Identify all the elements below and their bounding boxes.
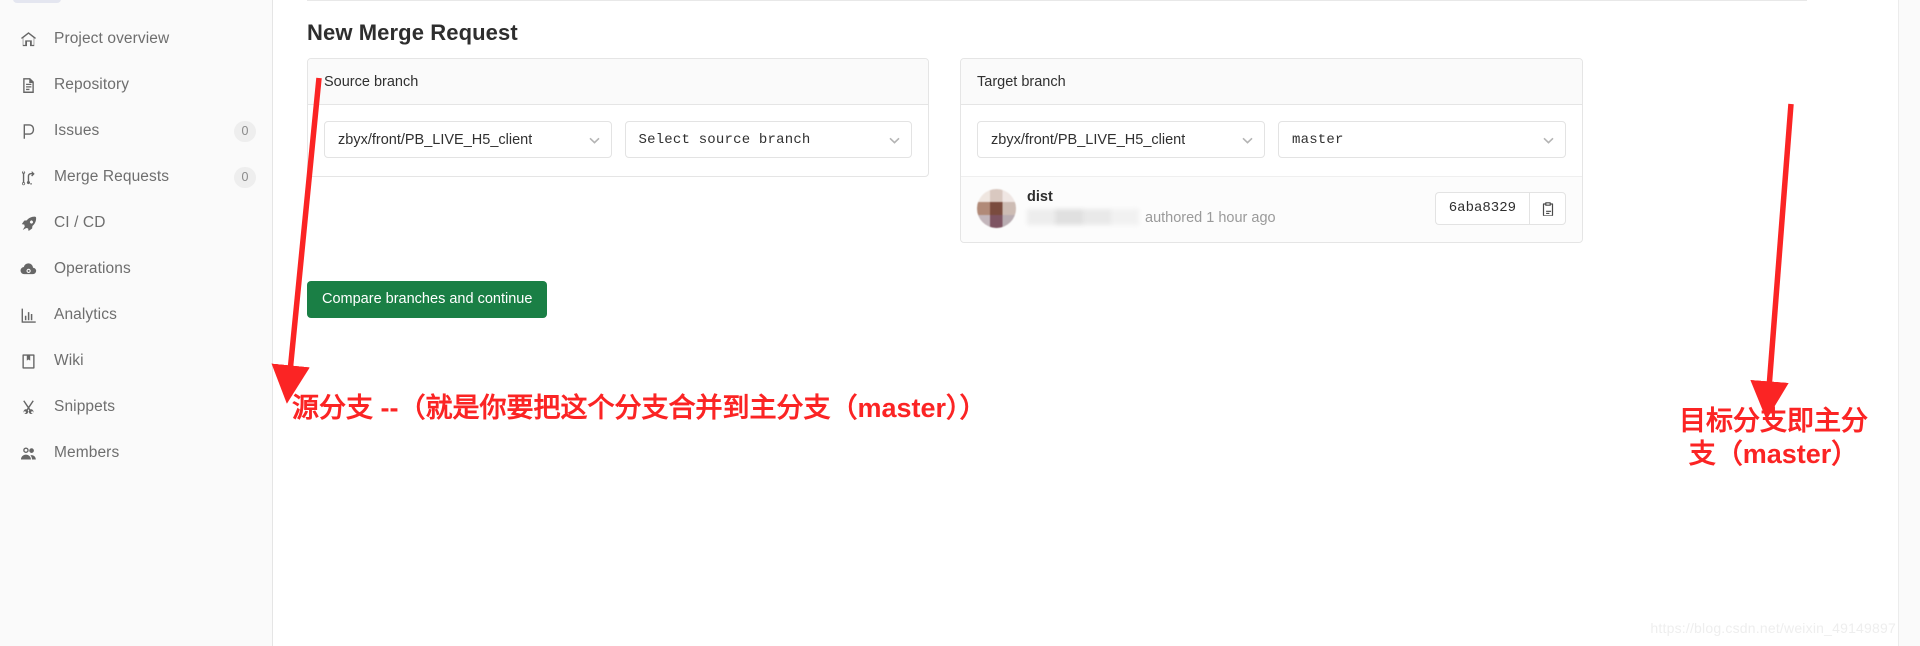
target-project-value: zbyx/front/PB_LIVE_H5_client [991,131,1186,148]
sidebar-item-issues[interactable]: Issues 0 [0,108,273,154]
sidebar-item-operations[interactable]: Operations [0,246,273,292]
source-project-value: zbyx/front/PB_LIVE_H5_client [338,131,533,148]
rocket-icon [19,214,37,232]
source-branch-select[interactable]: Select source branch [624,121,912,158]
people-icon [19,444,37,462]
sidebar-item-repository[interactable]: Repository [0,62,273,108]
commit-author-redacted [1027,209,1139,225]
sidebar-item-label: Members [54,444,120,461]
cloud-gear-icon [19,260,37,278]
sidebar-item-merge-requests[interactable]: Merge Requests 0 [0,154,273,200]
target-branch-select[interactable]: master [1278,121,1566,158]
document-icon [19,76,37,94]
sidebar-nav-list: Project overview Repository Issues 0 Mer… [0,16,273,476]
copy-commit-sha-button[interactable] [1529,192,1566,225]
sidebar-item-wiki[interactable]: Wiki [0,338,273,384]
chevron-down-icon [1242,137,1253,144]
sidebar-item-label: Project overview [54,30,170,47]
source-branch-value: Select source branch [638,131,811,148]
sidebar-item-label: Operations [54,260,131,277]
source-branch-body: zbyx/front/PB_LIVE_H5_client Select sour… [308,105,928,176]
commit-authored-text: authored 1 hour ago [1145,210,1276,226]
sidebar-item-label: Wiki [54,352,84,369]
sidebar-item-ci-cd[interactable]: CI / CD [0,200,273,246]
scissors-icon [19,398,37,416]
sidebar-item-label: Repository [54,76,130,93]
target-project-select[interactable]: zbyx/front/PB_LIVE_H5_client [977,121,1265,158]
merge-request-icon [19,168,37,186]
chevron-down-icon [889,137,900,144]
sidebar-item-label: Snippets [54,398,116,415]
sidebar-item-snippets[interactable]: Snippets [0,384,273,430]
book-icon [19,352,37,370]
commit-meta: dist authored 1 hour ago [1027,188,1435,229]
sidebar-item-project-overview[interactable]: Project overview [0,16,273,62]
source-project-select[interactable]: zbyx/front/PB_LIVE_H5_client [324,121,612,158]
sidebar-item-label: Analytics [54,306,117,323]
clipboard-icon [1541,201,1555,217]
sidebar-collapsed-stub [13,0,61,3]
page-right-edge [1898,0,1920,646]
annotation-target-branch: 目标分支即主分支（master） [1679,406,1868,469]
target-branch-body: zbyx/front/PB_LIVE_H5_client master [961,105,1582,176]
commit-sha-group: 6aba8329 [1434,192,1566,225]
annotation-source-branch: 源分支 --（就是你要把这个分支合并到主分支（master）） [292,393,987,423]
sidebar-item-analytics[interactable]: Analytics [0,292,273,338]
project-sidebar: Project overview Repository Issues 0 Mer… [0,0,273,646]
target-branch-heading: Target branch [961,59,1582,105]
target-branch-value: master [1292,131,1344,148]
commit-authored-line: authored 1 hour ago [1027,208,1435,229]
commit-title: dist [1027,189,1053,205]
sidebar-item-members[interactable]: Members [0,430,273,476]
commit-sha: 6aba8329 [1434,192,1529,225]
avatar [977,189,1016,228]
page-root: Project overview Repository Issues 0 Mer… [0,0,1920,646]
watermark: https://blog.csdn.net/weixin_49149897 [1650,620,1896,636]
source-branch-panel: Source branch zbyx/front/PB_LIVE_H5_clie… [307,58,929,177]
content-divider [307,0,1807,1]
chevron-down-icon [1543,137,1554,144]
bar-chart-icon [19,306,37,324]
sidebar-item-label: CI / CD [54,214,106,231]
home-icon [19,30,37,48]
target-latest-commit-row: dist authored 1 hour ago 6aba8329 [961,176,1582,242]
sidebar-item-badge: 0 [234,166,256,188]
issue-icon [19,122,37,140]
sidebar-item-badge: 0 [234,120,256,142]
source-branch-heading: Source branch [308,59,928,105]
compare-branches-button[interactable]: Compare branches and continue [307,281,548,318]
sidebar-item-label: Merge Requests [54,168,170,185]
main-content: New Merge Request Source branch zbyx/fro… [273,0,1920,646]
page-title: New Merge Request [307,20,518,45]
chevron-down-icon [588,137,600,144]
sidebar-item-label: Issues [54,122,100,139]
target-branch-panel: Target branch zbyx/front/PB_LIVE_H5_clie… [960,58,1583,243]
